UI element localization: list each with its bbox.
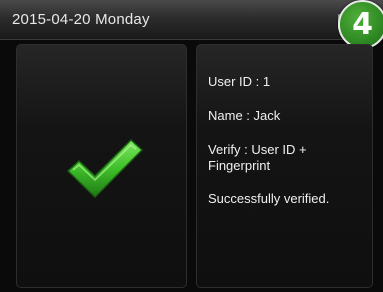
device-screen: 2015-04-20 Monday 4 User ID : 1 Name : J… bbox=[0, 0, 383, 292]
user-name-text: Name : Jack bbox=[208, 108, 281, 123]
verification-result-panel bbox=[16, 44, 187, 288]
status-bar: 2015-04-20 Monday bbox=[0, 0, 383, 40]
user-id-text: User ID : 1 bbox=[208, 74, 271, 89]
verification-status-text: Successfully verified. bbox=[208, 191, 330, 206]
checkmark-icon bbox=[67, 139, 143, 198]
step-number-badge: 4 bbox=[338, 0, 383, 49]
date-time-label: 2015-04-20 Monday bbox=[12, 11, 150, 28]
verify-mode-text: Verify : User ID + Fingerprint bbox=[208, 142, 307, 173]
user-info-panel: User ID : 1 Name : Jack Verify : User ID… bbox=[196, 44, 373, 288]
